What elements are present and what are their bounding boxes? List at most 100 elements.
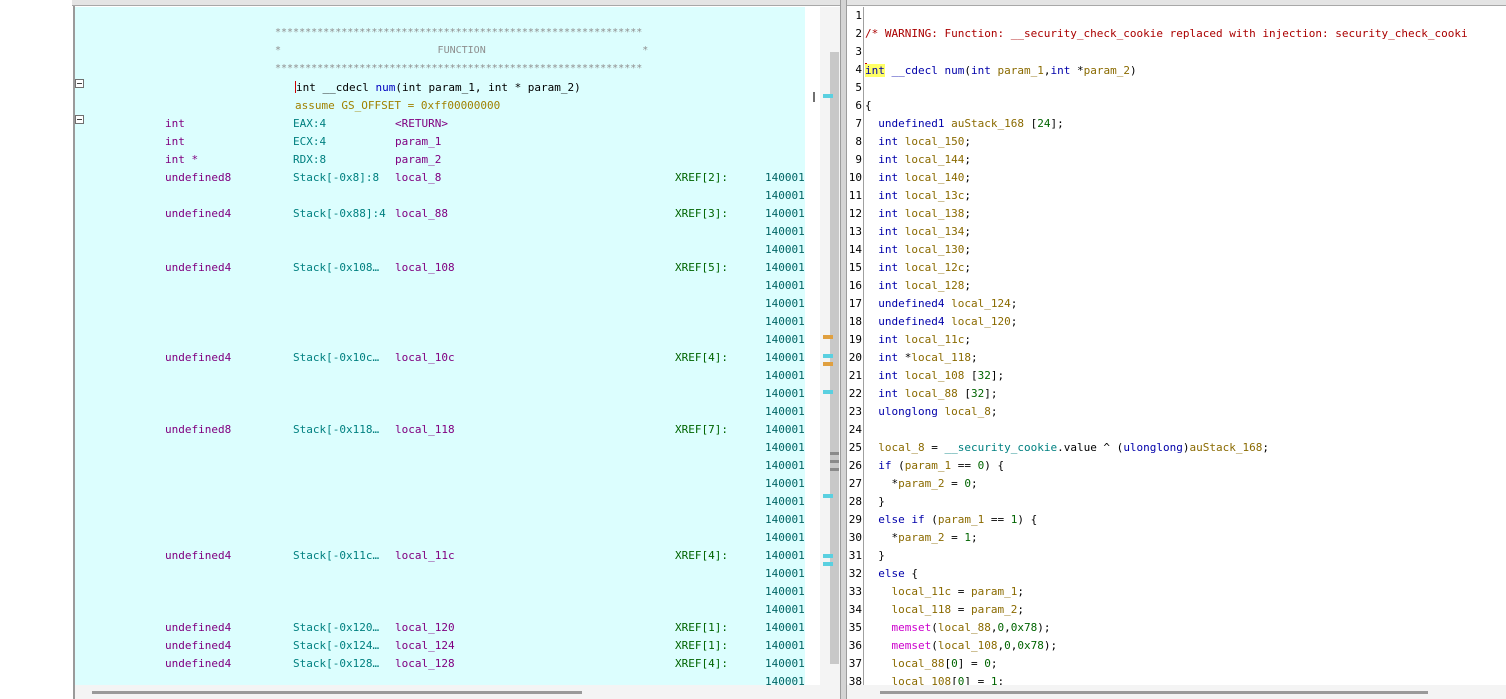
var-name[interactable]: local_118 [395,423,455,436]
listing-row[interactable]: undefined4 Stack[-0x10c… local_10c XREF[4]:… [75,349,805,367]
code-line[interactable]: local_8 = __security_cookie.value ^ (ulo… [865,439,1269,457]
listing-row[interactable]: undefined8 Stack[-0x118… local_118 XREF[7]:… [75,421,805,439]
xref-label[interactable]: XREF[4]: [675,549,728,562]
collapse-variables-toggle[interactable] [75,115,84,124]
code-line[interactable]: } [865,493,885,511]
xref-address[interactable]: 140001 [765,495,805,508]
scroll-marker[interactable] [823,390,833,394]
listing-row[interactable]: 140001 [75,529,805,547]
code-line[interactable]: memset(local_108,0,0x78); [865,637,1058,655]
code-token-var[interactable]: local_128 [905,279,965,292]
xref-address[interactable]: 140001 [765,675,805,685]
code-token-var[interactable]: local_13c [905,189,965,202]
var-name[interactable]: local_8 [395,171,441,184]
xref-address[interactable]: 140001 [765,189,805,202]
listing-row[interactable]: int * RDX:8 param_2 [75,151,805,169]
code-line[interactable]: int *local_118; [865,349,977,367]
code-token-var[interactable]: local_11c [892,585,952,598]
code-line[interactable]: int local_11c; [865,331,971,349]
code-token-var[interactable]: local_88 [938,621,991,634]
xref-label[interactable]: XREF[5]: [675,261,728,274]
xref-address[interactable]: 140001 [765,549,805,562]
code-token-var[interactable]: local_134 [905,225,965,238]
xref-address[interactable]: 140001 [765,423,805,436]
listing-row[interactable]: 140001 [75,475,805,493]
listing-row[interactable]: 140001 [75,583,805,601]
scroll-marker[interactable] [823,562,833,566]
xref-label[interactable]: XREF[7]: [675,423,728,436]
code-token-var[interactable]: local_118 [892,603,952,616]
code-line[interactable]: local_11c = param_1; [865,583,1024,601]
code-token-var[interactable]: param_2 [1084,64,1130,77]
listing-row[interactable]: 140001 [75,241,805,259]
listing-row[interactable]: undefined4 Stack[-0x88]:4 local_88 XREF[3]:… [75,205,805,223]
xref-label[interactable]: XREF[3]: [675,207,728,220]
code-token-var[interactable]: local_12c [905,261,965,274]
var-name[interactable]: local_128 [395,657,455,670]
listing-row[interactable]: undefined4 Stack[-0x124… local_124 XREF[1]:… [75,637,805,655]
var-name[interactable]: local_10c [395,351,455,364]
xref-address[interactable]: 140001 [765,261,805,274]
code-line[interactable]: ulonglong local_8; [865,403,997,421]
xref-address[interactable]: 140001 [765,513,805,526]
listing-horizontal-scroll-thumb[interactable] [92,691,582,694]
listing-row[interactable]: undefined4 Stack[-0x108… local_108 XREF[5]:… [75,259,805,277]
code-token-var[interactable]: param_1 [997,64,1043,77]
xref-address[interactable]: 140001 [765,243,805,256]
function-signature[interactable]: int __cdecl num(int param_1, int * param… [295,81,581,94]
scroll-marker[interactable] [823,494,833,498]
xref-address[interactable]: 140001 [765,207,805,220]
xref-address[interactable]: 140001 [765,459,805,472]
var-name[interactable]: local_108 [395,261,455,274]
xref-address[interactable]: 140001 [765,225,805,238]
listing-row[interactable]: 140001 [75,277,805,295]
listing-row[interactable]: int ECX:4 param_1 [75,133,805,151]
code-token-global[interactable]: __security_cookie [944,441,1057,454]
xref-address[interactable]: 140001 [765,405,805,418]
xref-label[interactable]: XREF[1]: [675,621,728,634]
scroll-marker[interactable] [823,94,833,98]
var-name[interactable]: local_124 [395,639,455,652]
code-line[interactable]: int local_144; [865,151,971,169]
listing-row[interactable]: 140001 [75,673,805,685]
listing-row[interactable]: 140001 [75,457,805,475]
listing-row[interactable]: 140001 [75,493,805,511]
xref-address[interactable]: 140001 [765,387,805,400]
xref-address[interactable]: 140001 [765,567,805,580]
code-line[interactable]: local_118 = param_2; [865,601,1024,619]
code-line[interactable]: local_108[0] = 1; [865,673,1005,685]
code-token-var[interactable]: local_8 [878,441,924,454]
xref-address[interactable]: 140001 [765,603,805,616]
signature-function-name[interactable]: num [375,81,395,94]
code-line[interactable]: int local_108 [32]; [865,367,1004,385]
decompiler-code-view[interactable]: /* WARNING: Function: __security_check_c… [865,7,1506,685]
listing-vertical-scroll-thumb[interactable] [830,52,839,664]
code-token-var[interactable]: param_1 [971,585,1017,598]
scroll-marker[interactable] [823,335,833,339]
xref-label[interactable]: XREF[1]: [675,639,728,652]
listing-row[interactable]: int EAX:4 <RETURN> [75,115,805,133]
xref-address[interactable]: 140001 [765,621,805,634]
code-line[interactable]: memset(local_88,0,0x78); [865,619,1051,637]
xref-address[interactable]: 140001 [765,639,805,652]
code-token-call[interactable]: memset [892,639,932,652]
code-line[interactable]: int local_88 [32]; [865,385,997,403]
code-token-var[interactable]: local_140 [905,171,965,184]
var-name[interactable]: local_11c [395,549,455,562]
code-token-var[interactable]: local_120 [951,315,1011,328]
code-token-var[interactable]: local_108 [905,369,965,382]
code-token-var[interactable]: local_88 [905,387,958,400]
listing-row[interactable]: 140001 [75,313,805,331]
listing-row[interactable]: 140001 [75,187,805,205]
listing-row[interactable]: 140001 [75,511,805,529]
listing-view[interactable]: ****************************************… [75,7,805,685]
xref-label[interactable]: XREF[4]: [675,657,728,670]
collapse-function-toggle[interactable] [75,79,84,88]
code-token-var[interactable]: param_2 [898,477,944,490]
xref-address[interactable]: 140001 [765,441,805,454]
code-line[interactable]: int local_140; [865,169,971,187]
scroll-marker[interactable] [823,362,833,366]
code-token-var[interactable]: local_124 [951,297,1011,310]
code-line[interactable]: if (param_1 == 0) { [865,457,1004,475]
code-line[interactable]: { [865,97,872,115]
